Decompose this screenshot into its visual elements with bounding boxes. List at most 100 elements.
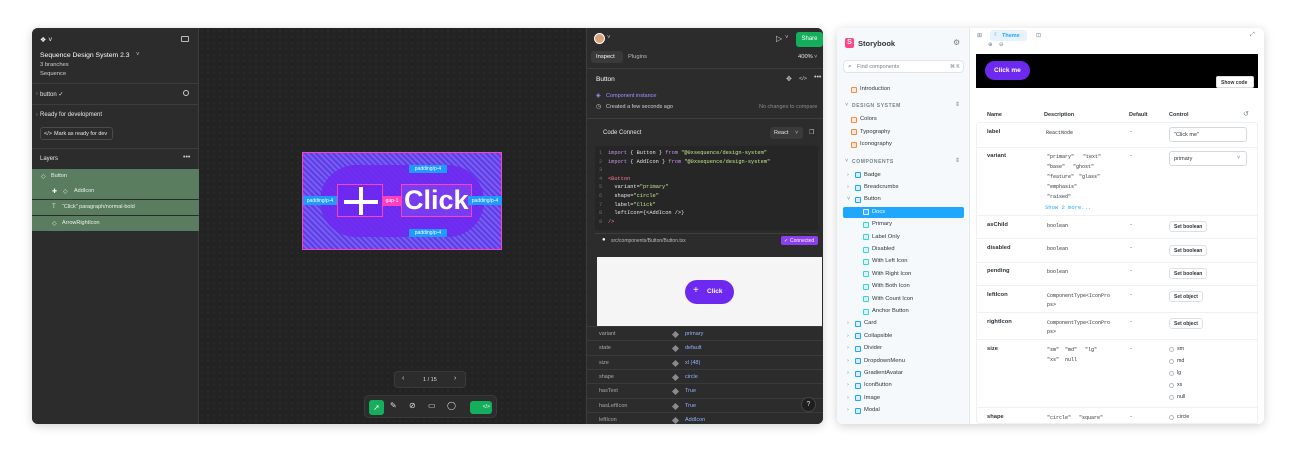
layer-row[interactable]: ✚ ◇ AddIcon [32,184,199,199]
code-block[interactable]: 1 import { Button } from "@0xsequence/des… [595,146,818,230]
reset-icon[interactable]: ↺ [1243,110,1249,118]
layer-row[interactable]: ◇ ArrowRightIcon [32,216,199,231]
sidebar-item-design[interactable]: Iconography [843,139,964,150]
sidebar-item-story[interactable]: With Count Icon [843,294,964,305]
more-icon[interactable]: ••• [814,74,821,81]
zoom-in-icon[interactable]: ⊕ [988,42,993,48]
search-icon[interactable] [183,90,189,96]
property-row[interactable]: leftIcon AddIcon [587,411,823,424]
layer-row[interactable]: T “Click” paragraph/normal-bold [32,200,199,215]
copy-icon[interactable]: ❐ [809,129,814,136]
sidebar-item-story[interactable]: Label Only [843,232,964,243]
branches-count[interactable]: 3 branches [40,62,69,68]
grid-icon[interactable]: ⊞ [977,32,982,39]
pen-tool-icon[interactable]: ✎ [390,401,397,410]
sidebar-item-design[interactable]: Colors [843,114,964,125]
zoom-chevron-icon[interactable]: ˅ [814,54,817,60]
play-chevron-icon[interactable]: ˅ [785,35,789,41]
zoom-out-icon[interactable]: ⊖ [999,42,1004,48]
sidebar-item-component[interactable]: › Collapsible [843,331,964,342]
source-path[interactable]: src/components/Button/Button.tsx [611,238,686,244]
settings-gear-icon[interactable]: ⚙ [953,38,960,47]
set-object-button[interactable]: Set object [1169,318,1203,329]
sidebar-item-component[interactable]: › Image [843,393,964,404]
layers-more-icon[interactable]: ••• [183,154,190,161]
prev-icon[interactable]: ‹ [402,375,404,382]
button-frame[interactable]: gap-1 Click padding/p-4 padding/p-4 padd… [302,152,502,250]
show-code-button[interactable]: Show code [1216,76,1254,88]
theme-toggle[interactable]: ☾ Theme [990,30,1027,41]
figma-canvas[interactable]: gap-1 Click padding/p-4 padding/p-4 padd… [199,28,586,424]
page-chevron-icon[interactable]: › [36,91,38,97]
help-icon[interactable]: ? [801,397,816,412]
sidebar-item-story[interactable]: With Both Icon [843,281,964,292]
sidebar-item-story[interactable]: Primary [843,219,964,230]
collapse-icon[interactable]: ⇕ [955,157,960,164]
radio-null[interactable] [1169,395,1174,400]
sidebar-item-component[interactable]: › IconButton [843,380,964,391]
sidebar-item-design[interactable]: Typography [843,127,964,138]
preview-button[interactable]: + Click [685,280,734,304]
avatar[interactable] [594,33,605,44]
property-row[interactable]: state default [587,340,823,354]
sidebar-item-component[interactable]: › Card [843,318,964,329]
label-text-input[interactable]: "Click me" [1169,127,1247,142]
radio-md[interactable] [1169,359,1174,364]
avatar-chevron-icon[interactable]: ˅ [607,35,611,41]
sidebar-item-component[interactable]: › Modal [843,405,964,416]
set-boolean-button[interactable]: Set boolean [1169,268,1208,279]
storybook-brand[interactable]: Storybook [858,39,895,48]
layer-row[interactable]: ◇ Button [32,169,199,184]
click-me-button[interactable]: Click me [985,61,1030,80]
next-icon[interactable]: › [454,375,456,382]
zoom-level[interactable]: 400% [798,54,813,60]
component-target-icon[interactable]: ✥ [786,75,792,83]
outline-icon[interactable]: ⊡ [1036,32,1041,39]
set-boolean-button[interactable]: Set boolean [1169,221,1208,232]
variant-select[interactable]: primary ˅ [1169,151,1247,166]
radio-circle[interactable] [1169,415,1174,420]
ready-chevron-icon[interactable]: › [36,112,38,118]
set-object-button[interactable]: Set object [1169,291,1203,302]
file-title[interactable]: Sequence Design System 2.3 [40,52,130,59]
category-components[interactable]: ˅ COMPONENTS ⇕ [843,157,964,167]
chat-tool-icon[interactable]: ◯ [447,401,456,410]
sidebar-item-component[interactable]: › DropdownMenu [843,356,964,367]
mark-ready-button[interactable]: </> Mark as ready for dev [40,127,113,140]
sidebar-item-story[interactable]: Docs [843,206,964,218]
file-chevron-icon[interactable]: ˅ [136,52,140,58]
storybook-logo-icon[interactable]: S [845,38,854,48]
radio-xs[interactable] [1169,383,1174,388]
component-instance-label[interactable]: Component instance [606,93,656,99]
category-design-system[interactable]: ˅ DESIGN SYSTEM ⇕ [843,101,964,111]
move-tool-icon[interactable]: ➚ [369,400,384,415]
sidebar-item-story[interactable]: With Left Icon [843,256,964,267]
figma-logo-icon[interactable]: ❖ ˅ [40,36,52,44]
sidebar-item-component[interactable]: › Badge [843,170,964,181]
property-row[interactable]: size xl (48) [587,354,823,369]
sidebar-item-component[interactable]: › GradientAvatar [843,368,964,379]
sidebar-item-story[interactable]: Disabled [843,244,964,255]
sidebar-item-story[interactable]: Anchor Button [843,306,964,317]
comment-tool-icon[interactable]: ▭ [428,401,436,410]
tab-plugins[interactable]: Plugins [628,54,647,60]
set-boolean-button[interactable]: Set boolean [1169,245,1208,256]
property-row[interactable]: shape circle [587,368,823,383]
radio-sm[interactable] [1169,347,1174,352]
property-row[interactable]: variant primary [587,326,823,340]
property-row[interactable]: hasText True [587,383,823,397]
show-more-link[interactable]: Show 2 more... [1045,204,1091,211]
collapse-icon[interactable]: ⇕ [955,101,960,108]
ruler-tool-icon[interactable]: ⊘ [409,401,416,410]
code-view-icon[interactable]: </> [799,76,807,82]
fullscreen-icon[interactable]: ⤢ [1250,32,1255,39]
search-input[interactable]: ⌕ Find components ⌘ K [843,60,964,73]
tab-inspect[interactable]: Inspect [591,51,623,63]
dev-mode-toggle[interactable]: </> [470,401,492,414]
panel-toggle-icon[interactable] [181,36,189,42]
property-row[interactable]: hasLeftIcon True [587,397,823,412]
sidebar-item-component[interactable]: › Breadcrumbs [843,182,964,193]
sidebar-item-introduction[interactable]: Introduction [843,84,964,95]
language-select[interactable]: React ˅ [770,127,803,139]
share-button[interactable]: Share [796,32,823,47]
